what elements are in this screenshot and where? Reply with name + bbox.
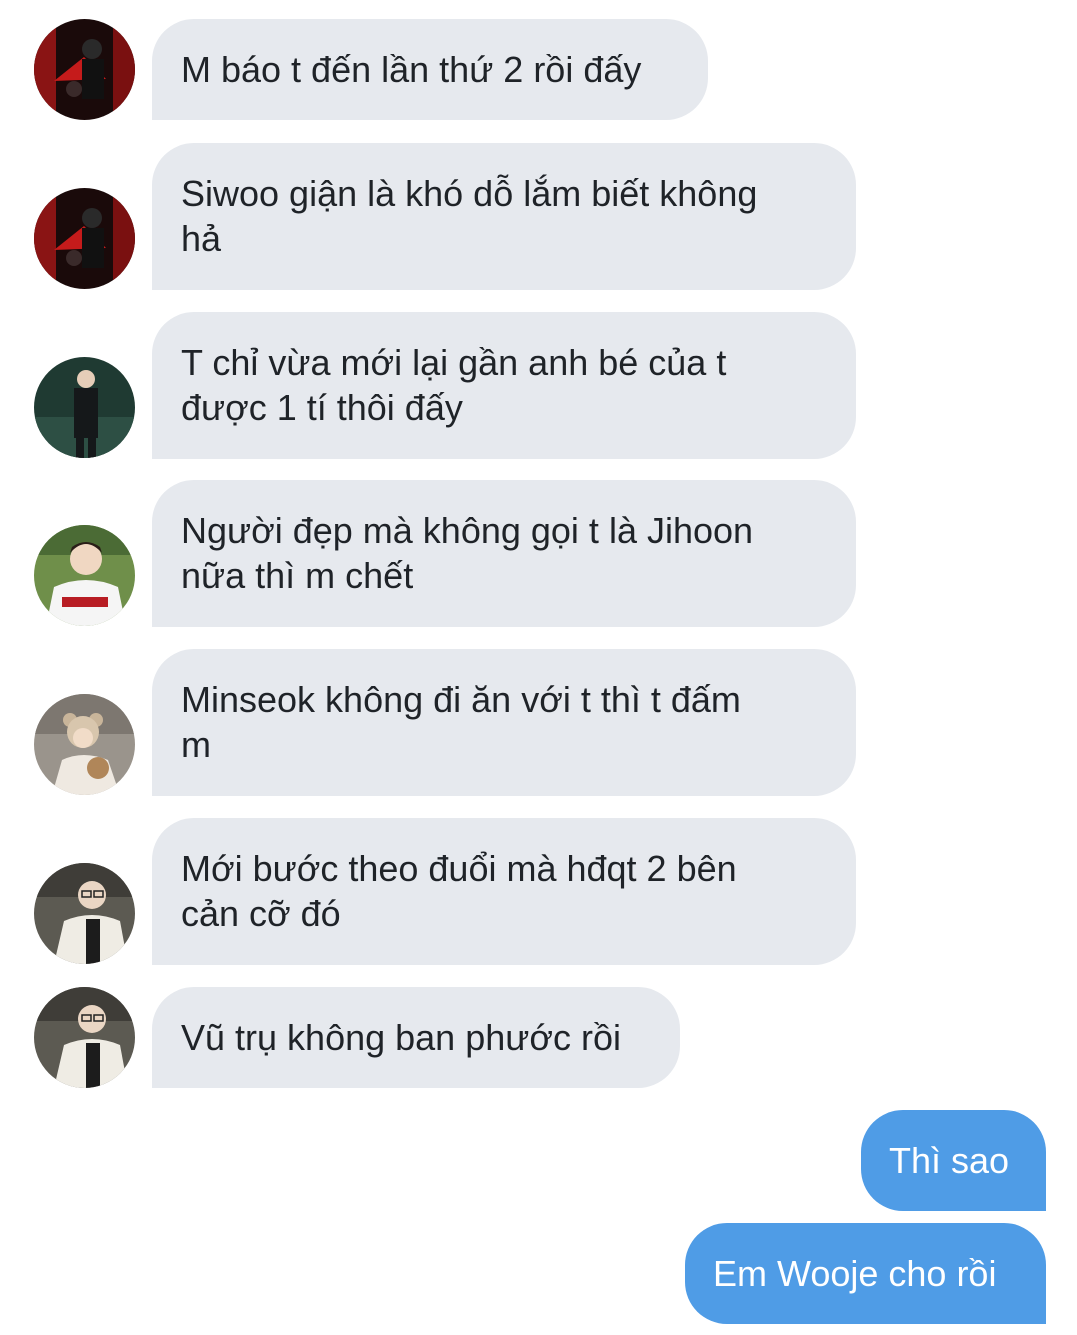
red-fan-avatar-image (34, 188, 135, 289)
message-bubble[interactable]: Siwoo giận là khó dỗ lắm biết không hả (152, 143, 856, 290)
avatar[interactable] (34, 525, 135, 626)
chat-thread[interactable]: M báo t đến lần thứ 2 rồi đấy Siwoo giận… (0, 0, 1077, 1335)
message-bubble[interactable]: M báo t đến lần thứ 2 rồi đấy (152, 19, 708, 120)
message-bubble[interactable]: T chỉ vừa mới lại gần anh bé của t được … (152, 312, 856, 459)
message-bubble[interactable]: Vũ trụ không ban phước rồi (152, 987, 680, 1088)
avatar[interactable] (34, 188, 135, 289)
glasses-avatar-image (34, 863, 135, 964)
suit-avatar-image (34, 357, 135, 458)
outgoing-message-bubble[interactable]: Em Wooje cho rồi (685, 1223, 1046, 1324)
jersey-avatar-image (34, 525, 135, 626)
avatar[interactable] (34, 987, 135, 1088)
avatar[interactable] (34, 19, 135, 120)
bear-hat-avatar-image (34, 694, 135, 795)
message-bubble[interactable]: Mới bước theo đuổi mà hđqt 2 bên cản cỡ … (152, 818, 856, 965)
message-bubble[interactable]: Người đẹp mà không gọi t là Jihoon nữa t… (152, 480, 856, 627)
avatar[interactable] (34, 357, 135, 458)
message-bubble[interactable]: Minseok không đi ăn với t thì t đấm m (152, 649, 856, 796)
avatar[interactable] (34, 863, 135, 964)
avatar[interactable] (34, 694, 135, 795)
glasses-avatar-image (34, 987, 135, 1088)
outgoing-message-bubble[interactable]: Thì sao (861, 1110, 1046, 1211)
red-fan-avatar-image (34, 19, 135, 120)
